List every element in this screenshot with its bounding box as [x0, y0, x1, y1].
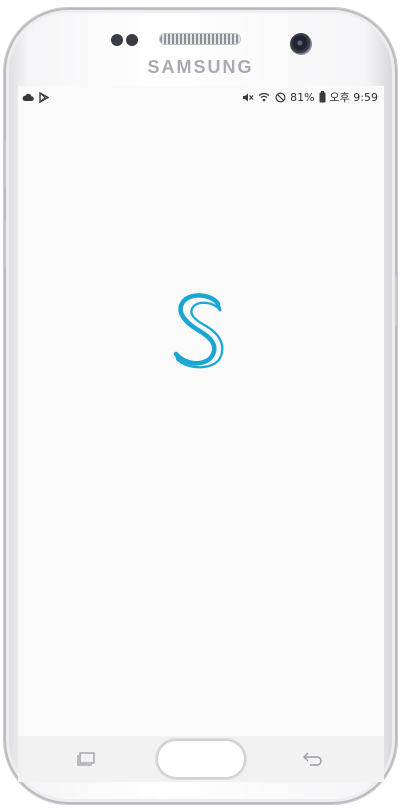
bixby-button[interactable] — [3, 220, 6, 268]
do-not-disturb-icon — [274, 91, 286, 103]
status-bar: 81% 오후 9:59 — [18, 86, 384, 108]
light-sensor — [126, 34, 138, 46]
screen: 81% 오후 9:59 — [18, 86, 384, 736]
status-time: 오후 9:59 — [329, 91, 378, 104]
proximity-sensor — [111, 34, 123, 46]
battery-percent: 81% — [290, 90, 315, 104]
home-button[interactable] — [156, 739, 246, 779]
recent-apps-icon[interactable] — [76, 752, 96, 766]
battery-icon — [319, 91, 326, 103]
power-button[interactable] — [395, 276, 398, 326]
brand-logo: SAMSUNG — [147, 57, 254, 77]
mute-icon — [242, 91, 254, 103]
earpiece-speaker — [160, 34, 240, 44]
cloud-icon — [22, 91, 34, 103]
front-camera — [290, 33, 312, 55]
s-letter-logo-icon — [173, 293, 224, 369]
volume-button[interactable] — [3, 140, 6, 188]
back-icon[interactable] — [302, 750, 324, 768]
play-store-icon — [38, 91, 50, 103]
wifi-icon — [258, 91, 270, 103]
